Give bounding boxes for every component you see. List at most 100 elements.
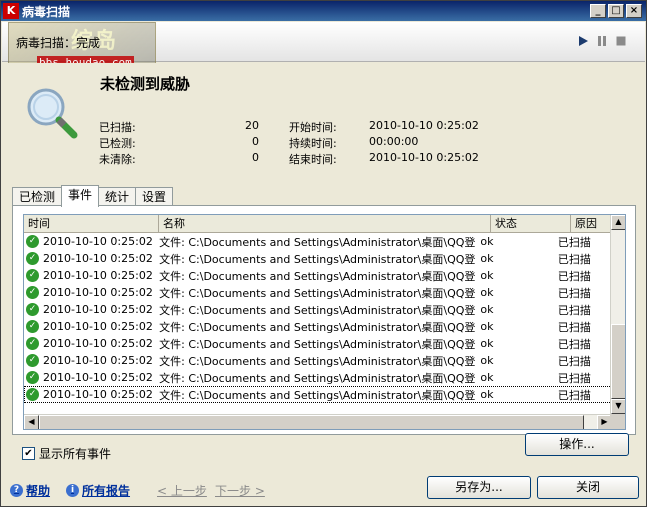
ok-check-icon: ✓ <box>26 252 39 265</box>
column-header-name[interactable]: 名称 <box>159 215 491 233</box>
footer-bar: ? 帮助 i 所有报告 < 上一步 下一步 > 另存为... 关闭 <box>2 476 645 506</box>
column-header-state[interactable]: 状态 <box>491 215 571 233</box>
show-all-events-option[interactable]: ✔ 显示所有事件 <box>22 445 111 462</box>
scanned-label: 已扫描: <box>99 121 136 134</box>
row-state: ok <box>480 303 494 316</box>
row-reason: 已扫描 <box>557 337 591 351</box>
row-reason: 已扫描 <box>557 388 591 402</box>
start-time-label: 开始时间: <box>289 121 337 134</box>
minimize-button[interactable]: _ <box>590 4 606 18</box>
scroll-up-icon[interactable]: ▲ <box>611 215 625 230</box>
row-state: ok <box>480 269 494 282</box>
maximize-button[interactable]: □ <box>608 4 624 18</box>
uncleaned-label: 未清除: <box>99 153 136 166</box>
tab-events[interactable]: 事件 <box>61 185 100 207</box>
end-time-label: 结束时间: <box>289 153 337 166</box>
result-heading: 未检测到威胁 <box>100 75 191 93</box>
row-state: ok <box>480 286 494 299</box>
help-icon: ? <box>10 484 23 497</box>
vertical-scroll-thumb[interactable] <box>611 324 625 399</box>
all-reports-label: 所有报告 <box>82 484 131 498</box>
table-row[interactable]: ✓ 2010-10-10 0:25:02 文件: C:\Documents and … <box>24 267 612 284</box>
row-reason: 已扫描 <box>557 252 591 266</box>
prev-step-link[interactable]: < 上一步 <box>157 482 207 499</box>
app-icon: K <box>3 3 19 19</box>
row-reason: 已扫描 <box>557 303 591 317</box>
all-reports-link[interactable]: i 所有报告 <box>66 482 130 499</box>
tab-settings[interactable]: 设置 <box>135 187 174 206</box>
row-time: 2010-10-10 0:25:02 <box>43 337 153 350</box>
row-name: 文件: C:\Documents and Settings\Administra… <box>159 337 477 351</box>
table-row[interactable]: ✓ 2010-10-10 0:25:02 文件: C:\Documents and … <box>24 301 612 318</box>
tab-detected[interactable]: 已检测 <box>12 187 63 206</box>
row-name: 文件: C:\Documents and Settings\Administra… <box>159 235 477 249</box>
row-name: 文件: C:\Documents and Settings\Administra… <box>159 269 477 283</box>
table-row[interactable]: ✓ 2010-10-10 0:25:02 文件: C:\Documents and … <box>24 250 612 267</box>
table-row[interactable]: ✓ 2010-10-10 0:25:02 文件: C:\Documents and … <box>24 335 612 352</box>
show-all-events-checkbox[interactable]: ✔ <box>22 447 35 460</box>
start-time-value: 2010-10-10 0:25:02 <box>369 119 479 132</box>
status-header: 综岛 bbs.houdao.com 病毒扫描：完成 <box>2 22 645 70</box>
row-state: ok <box>480 337 494 350</box>
row-state: ok <box>480 354 494 367</box>
scroll-left-icon[interactable]: ◀ <box>24 415 39 429</box>
help-link-label: 帮助 <box>26 484 51 498</box>
pause-icon[interactable] <box>596 35 608 47</box>
row-name: 文件: C:\Documents and Settings\Administra… <box>159 388 477 402</box>
detected-label: 已检测: <box>99 137 136 150</box>
table-row[interactable]: ✓ 2010-10-10 0:25:02 文件: C:\Documents and … <box>24 233 612 250</box>
row-name: 文件: C:\Documents and Settings\Administra… <box>159 354 477 368</box>
play-icon[interactable] <box>577 35 589 47</box>
table-row[interactable]: ✓ 2010-10-10 0:25:02 文件: C:\Documents and … <box>24 369 612 386</box>
horizontal-scrollbar[interactable]: ◀ ▶ <box>24 414 612 429</box>
horizontal-scroll-thumb[interactable] <box>39 415 584 429</box>
table-row[interactable]: ✓ 2010-10-10 0:25:02 文件: C:\Documents and … <box>24 352 612 369</box>
row-reason: 已扫描 <box>557 269 591 283</box>
detected-value: 0 <box>252 135 259 148</box>
row-time: 2010-10-10 0:25:02 <box>43 371 153 384</box>
duration-label: 持续时间: <box>289 137 337 150</box>
ok-check-icon: ✓ <box>26 337 39 350</box>
media-controls <box>577 35 627 47</box>
stop-icon[interactable] <box>615 35 627 47</box>
end-time-value: 2010-10-10 0:25:02 <box>369 151 479 164</box>
row-reason: 已扫描 <box>557 286 591 300</box>
scroll-corner <box>610 414 625 429</box>
vertical-scrollbar[interactable]: ▲ ▼ <box>610 215 625 414</box>
save-as-button[interactable]: 另存为... <box>427 476 531 499</box>
info-icon: i <box>66 484 79 497</box>
ok-check-icon: ✓ <box>26 354 39 367</box>
row-name: 文件: C:\Documents and Settings\Administra… <box>159 371 477 385</box>
row-reason: 已扫描 <box>557 235 591 249</box>
row-state: ok <box>480 252 494 265</box>
row-state: ok <box>480 320 494 333</box>
table-row[interactable]: ✓ 2010-10-10 0:25:02 文件: C:\Documents and … <box>24 386 612 403</box>
scroll-down-icon[interactable]: ▼ <box>611 399 625 414</box>
row-reason: 已扫描 <box>557 371 591 385</box>
row-state: ok <box>480 388 494 401</box>
actions-button[interactable]: 操作... <box>525 433 629 456</box>
close-window-button[interactable]: × <box>626 4 642 18</box>
row-time: 2010-10-10 0:25:02 <box>43 354 153 367</box>
close-button[interactable]: 关闭 <box>537 476 639 499</box>
column-header-reason[interactable]: 原因 <box>571 215 612 233</box>
tab-strip: 已检测 事件 统计 设置 <box>12 185 174 207</box>
row-state: ok <box>480 235 494 248</box>
events-table: 时间 名称 状态 原因 ✓ 2010-10-10 0:25:02 文件: C:\Do… <box>23 214 626 430</box>
title-bar[interactable]: K 病毒扫描 _ □ × <box>1 1 646 21</box>
table-row[interactable]: ✓ 2010-10-10 0:25:02 文件: C:\Documents and … <box>24 284 612 301</box>
help-link[interactable]: ? 帮助 <box>10 482 50 499</box>
next-step-link[interactable]: 下一步 > <box>215 482 265 499</box>
ok-check-icon: ✓ <box>26 235 39 248</box>
column-header-time[interactable]: 时间 <box>24 215 159 233</box>
table-body: ✓ 2010-10-10 0:25:02 文件: C:\Documents and … <box>24 233 612 403</box>
row-time: 2010-10-10 0:25:02 <box>43 286 153 299</box>
tab-statistics[interactable]: 统计 <box>98 187 137 206</box>
row-time: 2010-10-10 0:25:02 <box>43 235 153 248</box>
table-row[interactable]: ✓ 2010-10-10 0:25:02 文件: C:\Documents and … <box>24 318 612 335</box>
row-name: 文件: C:\Documents and Settings\Administra… <box>159 286 477 300</box>
ok-check-icon: ✓ <box>26 388 39 401</box>
scan-status: 病毒扫描：完成 <box>16 36 101 50</box>
row-time: 2010-10-10 0:25:02 <box>43 252 153 265</box>
row-time: 2010-10-10 0:25:02 <box>43 269 153 282</box>
